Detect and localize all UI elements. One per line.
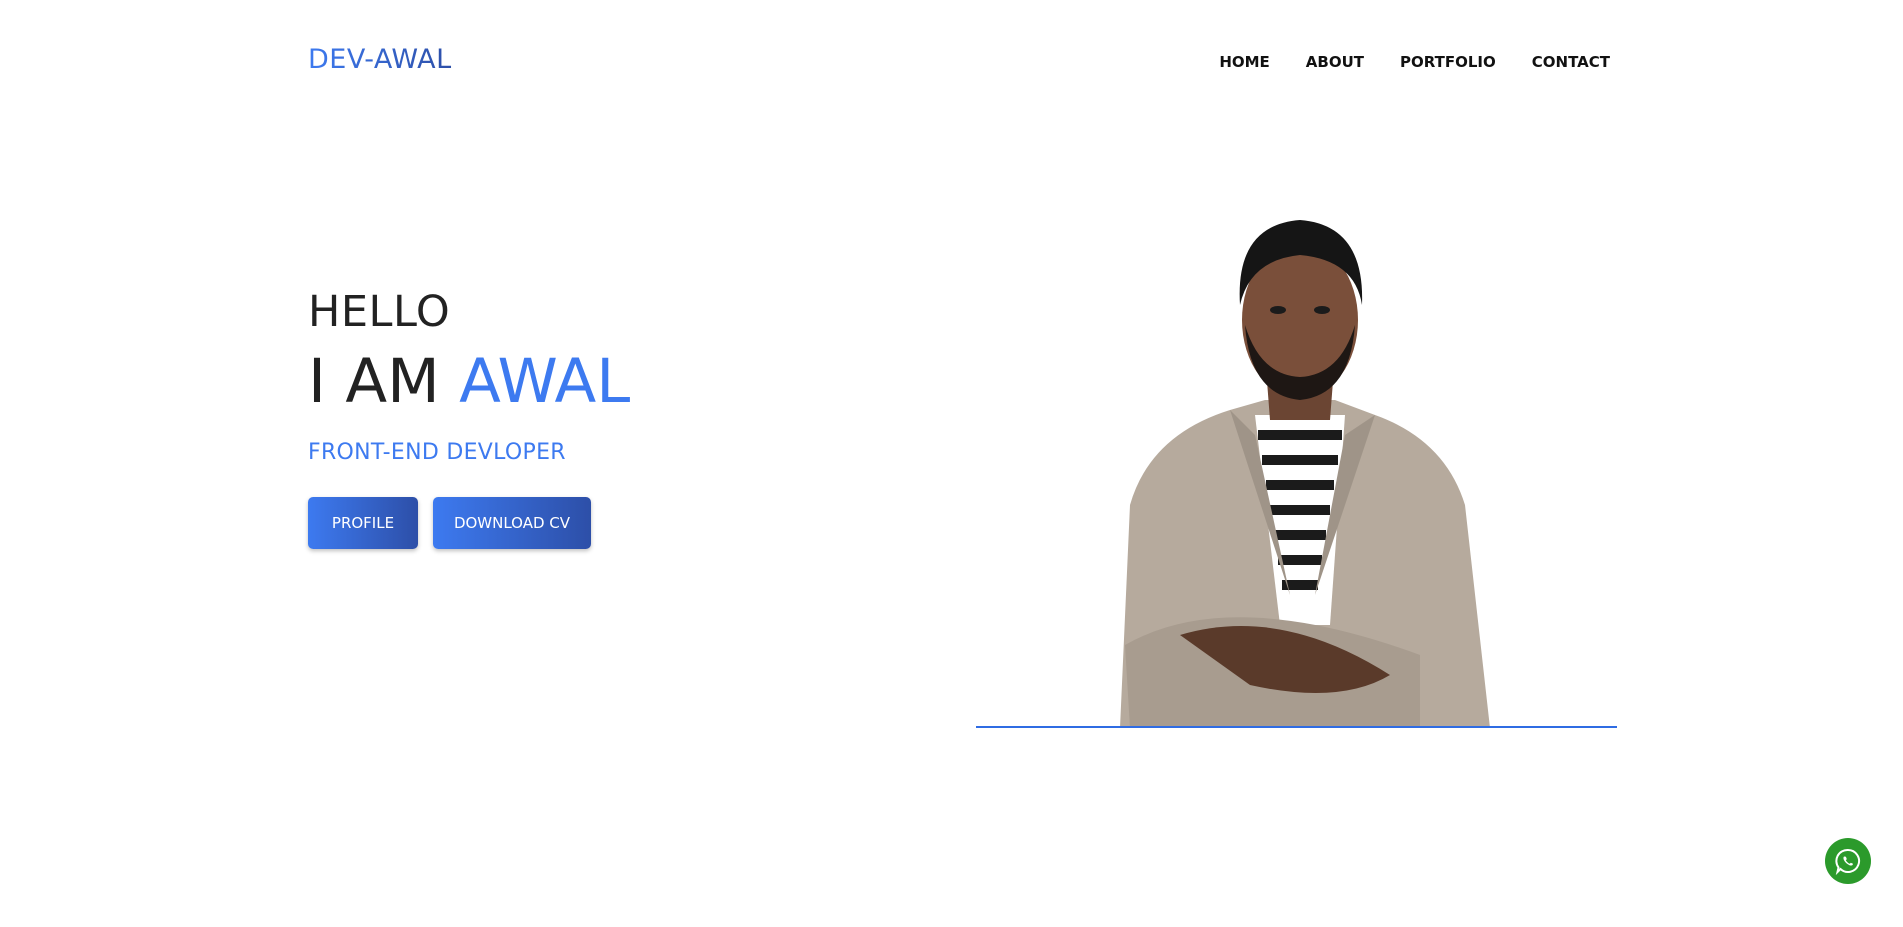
whatsapp-icon	[1835, 848, 1860, 875]
profile-photo	[1120, 220, 1490, 728]
photo-underline	[976, 726, 1617, 728]
download-cv-button[interactable]: DOWNLOAD CV	[433, 497, 591, 549]
main-nav: HOME ABOUT PORTFOLIO CONTACT	[1219, 53, 1610, 71]
hero-intro: I AM AWAL	[308, 346, 630, 417]
nav-contact[interactable]: CONTACT	[1532, 53, 1610, 71]
hero-name: AWAL	[459, 346, 631, 417]
nav-about[interactable]: ABOUT	[1306, 53, 1364, 71]
nav-portfolio[interactable]: PORTFOLIO	[1400, 53, 1496, 71]
page: DEV-AWAL HOME ABOUT PORTFOLIO CONTACT HE…	[0, 0, 1903, 927]
profile-button[interactable]: PROFILE	[308, 497, 418, 549]
site-logo[interactable]: DEV-AWAL	[308, 44, 452, 75]
hero-role: FRONT-END DEVLOPER	[308, 440, 566, 465]
hero-greeting: HELLO	[308, 287, 451, 337]
whatsapp-button[interactable]	[1825, 838, 1871, 884]
hero-intro-prefix: I AM	[308, 346, 440, 417]
nav-home[interactable]: HOME	[1219, 53, 1269, 71]
